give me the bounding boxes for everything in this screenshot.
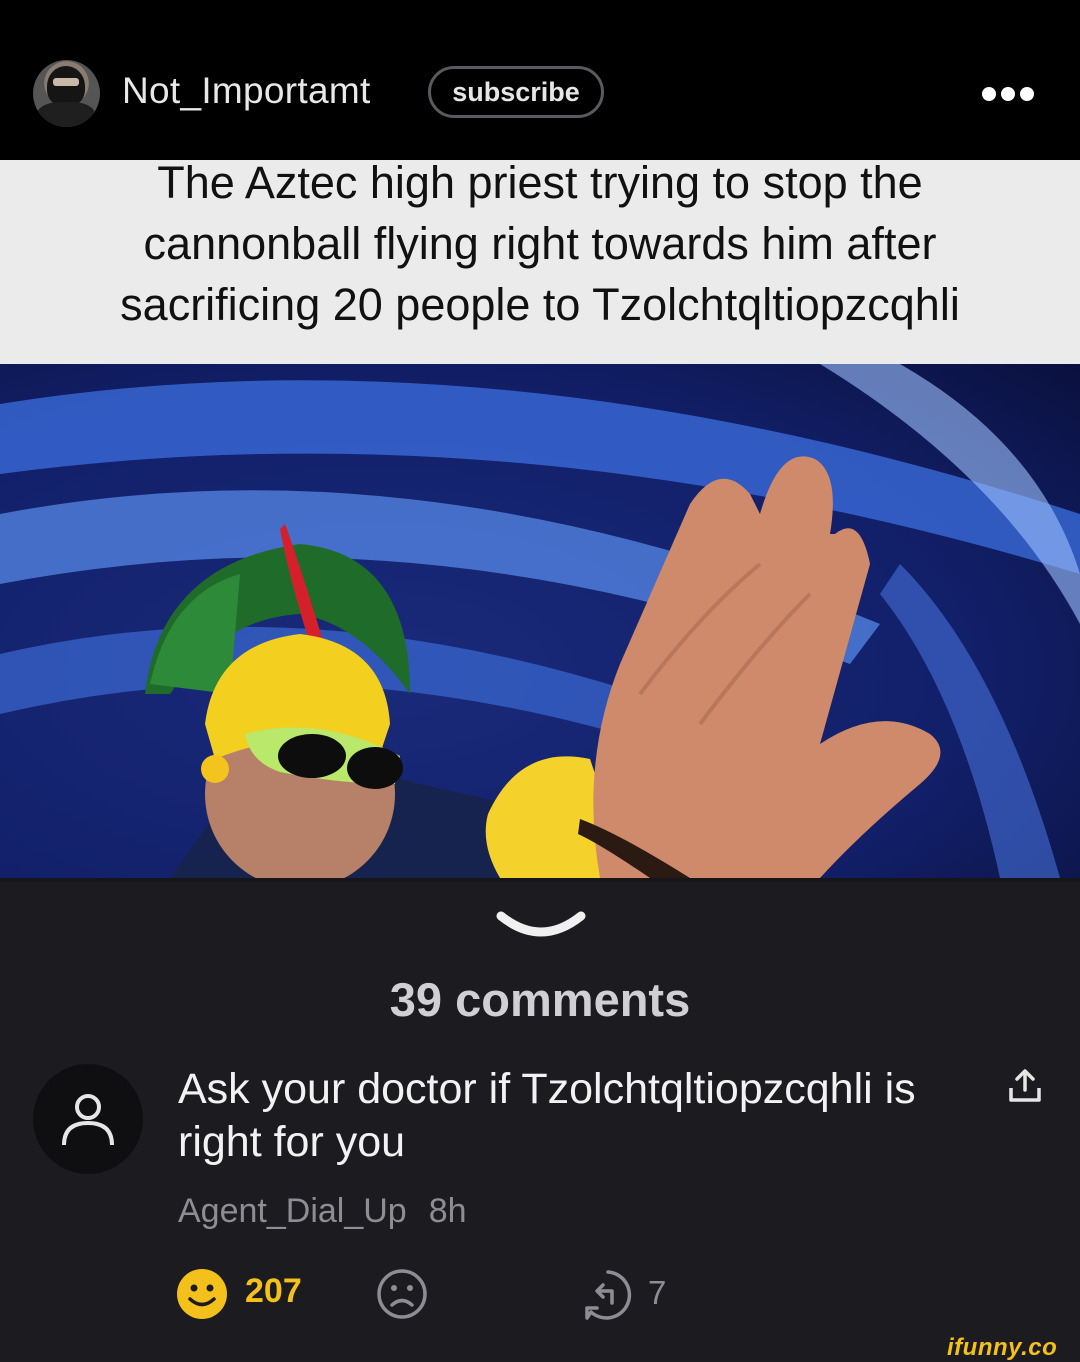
commenter-avatar[interactable] [33, 1064, 143, 1174]
chevron-down-icon[interactable] [495, 908, 587, 942]
comment-actions: 207 7 [176, 1266, 876, 1320]
smile-count: 207 [245, 1272, 302, 1310]
subscribe-button[interactable]: subscribe [428, 66, 604, 118]
watermark-logo: ifunny.co [947, 1334, 1058, 1361]
user-avatar[interactable] [33, 60, 100, 127]
comment-meta: Agent_Dial_Up 8h [178, 1192, 467, 1231]
comment-author[interactable]: Agent_Dial_Up [178, 1192, 407, 1230]
more-dots-icon[interactable] [982, 83, 1034, 105]
reply-icon[interactable] [581, 1268, 635, 1322]
username[interactable]: Not_Importamt [122, 70, 371, 112]
meme-picture [0, 364, 1080, 878]
comment-text: Ask your doctor if Tzolchtqltiopzcqhli i… [178, 1065, 916, 1166]
caption-line: sacrificing 20 people to Tzolchtqltiopzc… [120, 279, 960, 330]
post-header: Not_Importamt subscribe [0, 0, 1080, 160]
meme-caption-box: The Aztec high priest trying to stop the… [0, 160, 1080, 364]
reply-count: 7 [648, 1274, 667, 1311]
share-icon[interactable] [1005, 1066, 1045, 1106]
user-icon [62, 1094, 114, 1146]
meme-image: The Aztec high priest trying to stop the… [0, 160, 1080, 882]
smile-icon[interactable] [176, 1268, 228, 1320]
meme-caption: The Aztec high priest trying to stop the… [0, 160, 1080, 335]
comment-time: 8h [428, 1192, 467, 1230]
caption-line: cannonball flying right towards him afte… [143, 218, 937, 269]
frown-icon[interactable] [376, 1268, 428, 1320]
caption-line: The Aztec high priest trying to stop the [157, 160, 923, 208]
comments-count: 39 comments [389, 973, 691, 1026]
